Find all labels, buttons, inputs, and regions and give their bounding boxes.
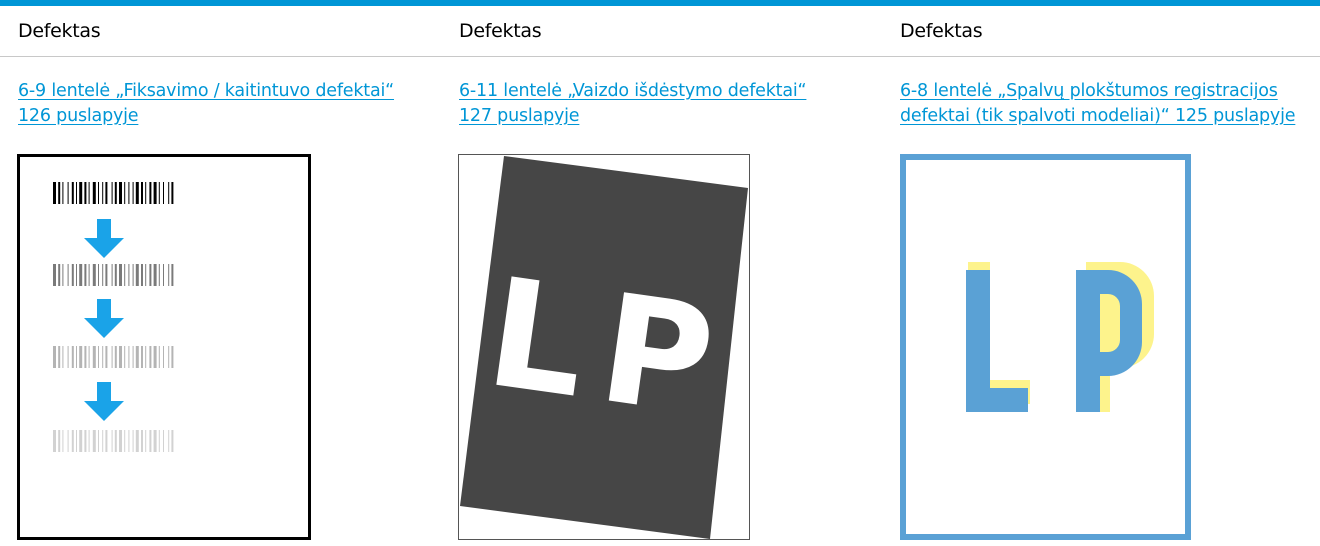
lp-letters: LP [478, 246, 741, 452]
reference-link-line: 126 puslapyje [18, 106, 139, 126]
reference-link-line: 6-9 lentelė „Fiksavimo / kaitintuvo defe… [18, 81, 395, 101]
top-rule [0, 0, 1320, 6]
column-header: Defektas [459, 20, 542, 42]
reference-link[interactable]: 6-11 lentelė „Vaizdo išdėstymo defektai“… [459, 79, 879, 129]
skewed-letters: LP [478, 246, 741, 452]
column-header: Defektas [18, 20, 101, 42]
reference-link[interactable]: 6-9 lentelė „Fiksavimo / kaitintuvo defe… [18, 79, 438, 129]
column-header: Defektas [900, 20, 983, 42]
reference-link-line: 6-8 lentelė „Spalvų plokštumos registrac… [900, 81, 1278, 101]
reference-link-line: 127 puslapyje [459, 106, 580, 126]
reference-link-line: defektai (tik spalvoti modeliai)“ 125 pu… [900, 106, 1296, 126]
header-divider [0, 56, 1320, 57]
color-misregistration-icon [900, 154, 1191, 540]
skewed-page-icon: LP [458, 154, 750, 540]
reference-link-line: 6-11 lentelė „Vaizdo išdėstymo defektai“ [459, 81, 807, 101]
barcode-fade-icon [17, 154, 311, 540]
reference-link[interactable]: 6-8 lentelė „Spalvų plokštumos registrac… [900, 79, 1320, 129]
